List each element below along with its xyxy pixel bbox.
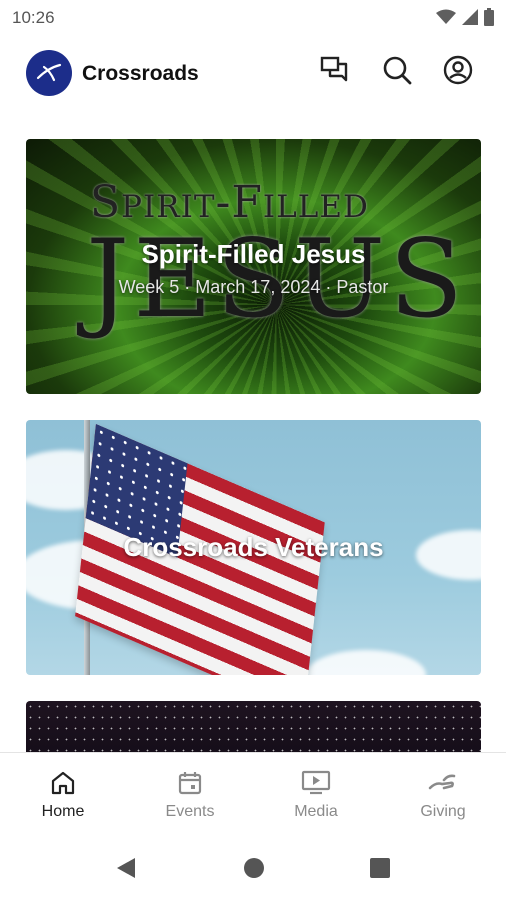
media-play-icon — [301, 769, 331, 797]
search-button[interactable] — [379, 54, 415, 90]
card-subtitle: Week 5 · March 17, 2024 · Pastor — [118, 277, 389, 297]
veterans-card[interactable]: Crossroads Veterans — [26, 420, 481, 675]
recents-icon — [369, 857, 391, 884]
chat-icon — [320, 56, 350, 89]
home-icon — [50, 769, 76, 797]
nav-label: Giving — [420, 803, 466, 820]
app-bar: Crossroads — [0, 44, 506, 104]
status-icons — [436, 8, 494, 31]
account-icon — [443, 55, 473, 90]
account-button[interactable] — [440, 54, 476, 90]
search-icon — [382, 55, 412, 90]
back-icon — [115, 856, 137, 885]
battery-icon — [484, 8, 494, 31]
card-title: Crossroads Veterans — [123, 532, 384, 562]
nav-label: Events — [165, 803, 215, 820]
nav-events[interactable]: Events — [127, 753, 253, 839]
status-bar: 10:26 — [0, 0, 506, 36]
signal-icon — [462, 9, 478, 30]
home-circle-icon — [243, 857, 265, 884]
chat-button[interactable] — [317, 54, 353, 90]
cloud — [306, 650, 426, 675]
wifi-icon — [436, 9, 456, 30]
nav-home[interactable]: Home — [0, 753, 126, 839]
back-button[interactable] — [108, 852, 144, 888]
nav-media[interactable]: Media — [253, 753, 379, 839]
app-title: Crossroads — [82, 62, 199, 85]
bottom-nav: Home Events Media Giving — [0, 752, 506, 839]
system-nav-bar — [0, 838, 506, 900]
nav-giving[interactable]: Giving — [380, 753, 506, 839]
calendar-icon — [177, 769, 203, 797]
giving-hand-icon — [428, 769, 458, 797]
status-time: 10:26 — [12, 8, 55, 27]
nav-label: Media — [294, 803, 338, 820]
card-title: Spirit-Filled Jesus — [141, 239, 366, 269]
recents-button[interactable] — [362, 852, 398, 888]
home-system-button[interactable] — [236, 852, 272, 888]
sermon-card[interactable]: Spirit-Filled JESUS Spirit-Filled Jesus … — [26, 139, 481, 394]
crossroads-logo-icon — [26, 50, 72, 96]
nav-label: Home — [41, 803, 85, 820]
